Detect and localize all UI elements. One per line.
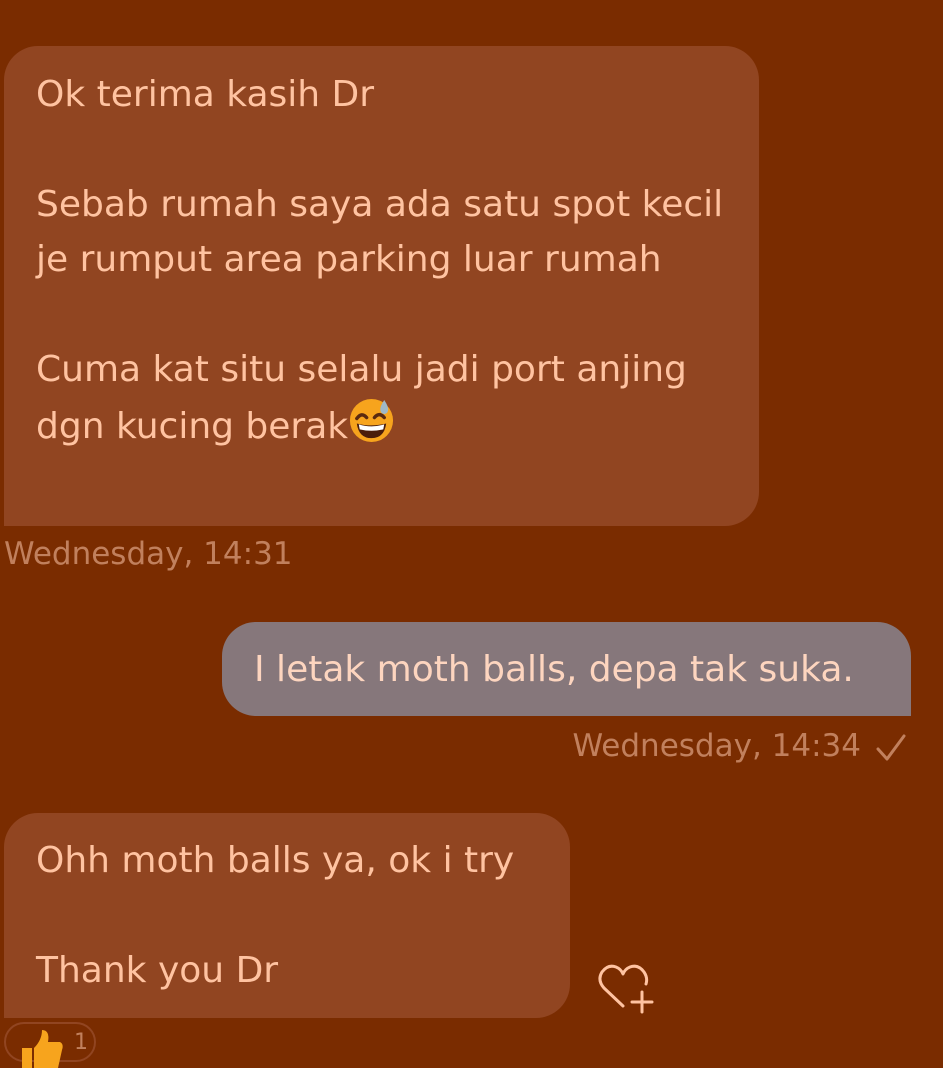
- message-bubble-incoming[interactable]: Ohh moth balls ya, ok i try Thank you Dr: [4, 813, 570, 1018]
- message-timestamp: Wednesday, 14:34: [572, 728, 907, 764]
- heart-add-icon[interactable]: [596, 962, 654, 1014]
- grinning-face-with-sweat-icon: [350, 398, 394, 443]
- reaction-badge[interactable]: 1: [4, 1022, 96, 1068]
- message-timestamp: Wednesday, 14:31: [4, 536, 293, 572]
- message-bubble-outgoing[interactable]: I letak moth balls, depa tak suka.: [222, 622, 911, 716]
- message-text: I letak moth balls, depa tak suka.: [254, 649, 854, 690]
- timestamp-text: Wednesday, 14:34: [572, 728, 861, 764]
- thumbs-up-icon: [22, 1030, 63, 1068]
- message-text: Ohh moth balls ya, ok i try Thank you Dr: [36, 840, 515, 991]
- message-text: Ok terima kasih Dr Sebab rumah saya ada …: [36, 74, 724, 447]
- message-bubble-incoming[interactable]: Ok terima kasih Dr Sebab rumah saya ada …: [4, 46, 759, 526]
- reaction-count: 1: [74, 1030, 88, 1055]
- checkmark-icon: [876, 734, 906, 761]
